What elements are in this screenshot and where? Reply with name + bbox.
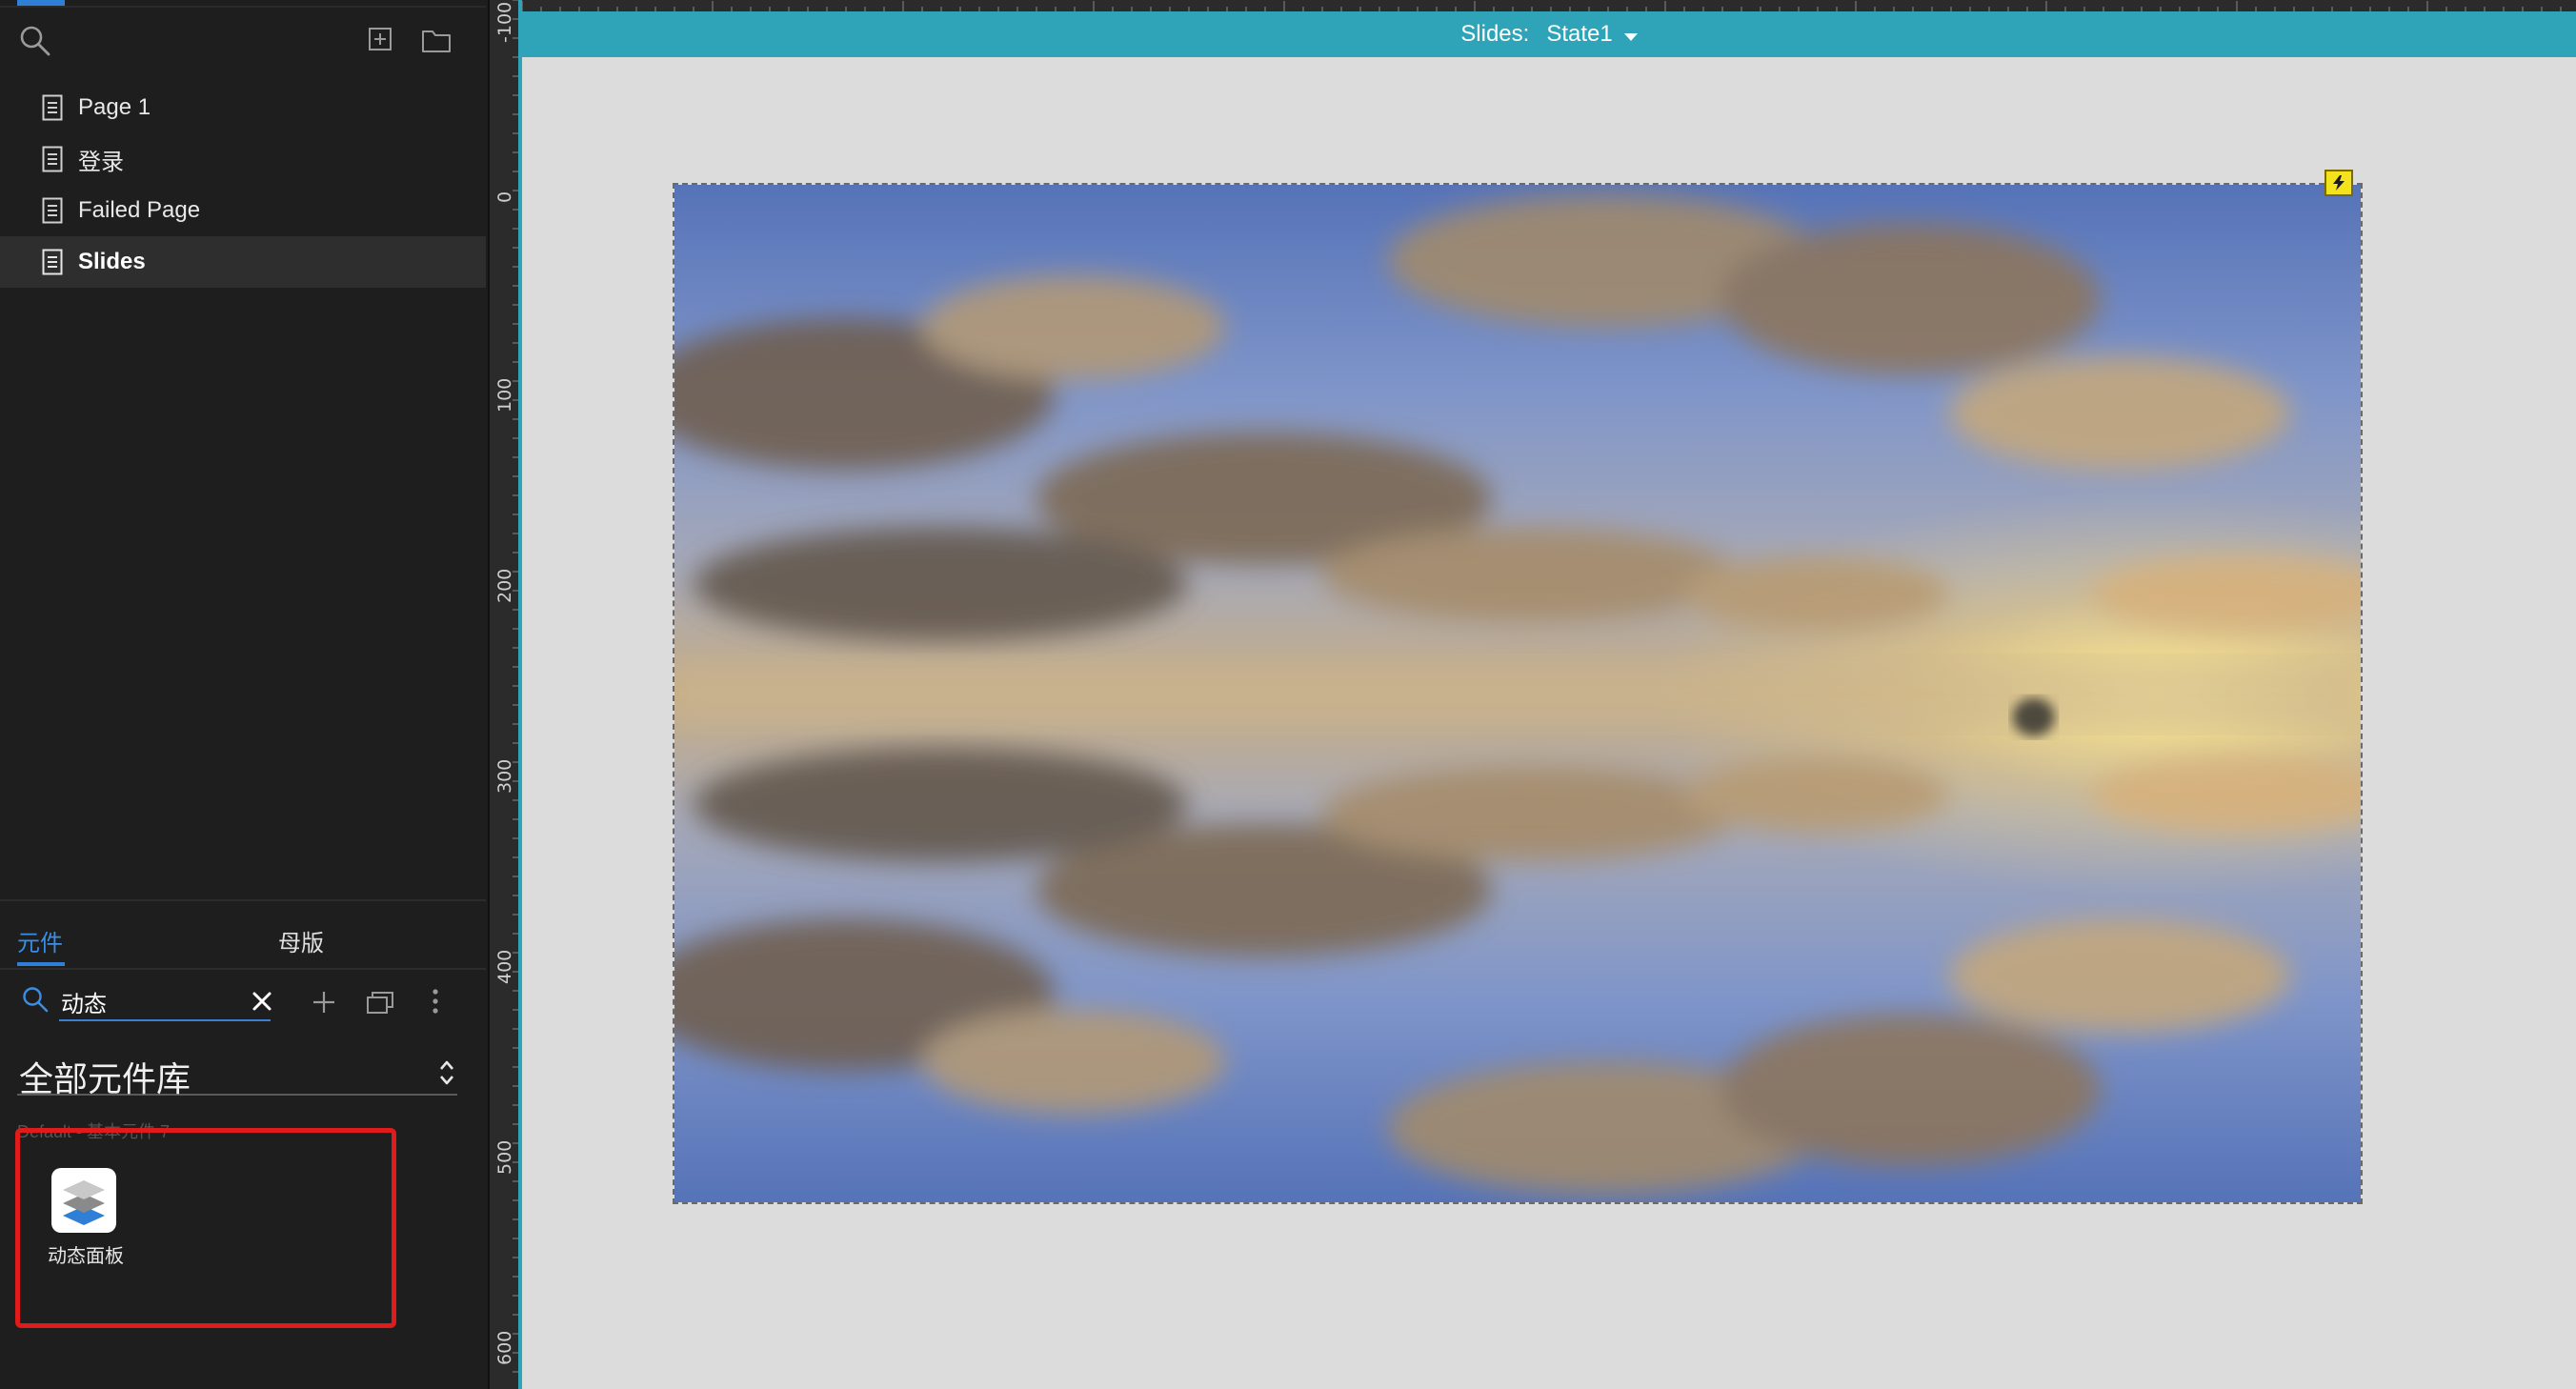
tab-masters[interactable]: 母版 — [278, 924, 324, 957]
sidebar-top-divider — [0, 6, 486, 8]
dynamic-panel-icon — [51, 1168, 116, 1233]
ruler-label: 600 — [494, 1330, 515, 1365]
ruler-label: 0 — [494, 191, 515, 204]
add-library-icon[interactable] — [311, 989, 337, 1016]
duplicate-icon[interactable] — [366, 989, 396, 1016]
state-name: State1 — [1546, 21, 1613, 47]
page-item-slides[interactable]: Slides — [0, 236, 486, 288]
more-options-icon[interactable] — [429, 987, 442, 1016]
widget-dynamic-panel[interactable]: 动态面板 — [38, 1164, 133, 1269]
design-canvas[interactable] — [522, 57, 2576, 1389]
page-icon — [42, 146, 63, 172]
page-item-login[interactable]: 登录 — [0, 133, 486, 185]
cloud-layer — [674, 193, 2361, 1195]
section-divider — [0, 899, 486, 901]
page-item-failed-page[interactable]: Failed Page — [0, 185, 486, 236]
search-icon — [21, 985, 50, 1014]
ruler-label: 500 — [494, 1139, 515, 1175]
add-page-icon[interactable] — [368, 27, 392, 51]
page-item-label: Failed Page — [78, 197, 201, 223]
page-icon — [42, 94, 63, 121]
state-dropdown[interactable]: State1 — [1546, 21, 1638, 48]
ruler-label: 400 — [494, 949, 515, 984]
vertical-ruler: -100 0 100 200 300 400 500 600 — [488, 0, 522, 1389]
library-select-value: 全部元件库 — [19, 1059, 191, 1098]
left-sidebar: Page 1 登录 Failed Page Slides 元件 母版 动态 全部… — [0, 0, 486, 1389]
horizontal-ruler — [521, 0, 2576, 12]
widget-label: 动态面板 — [48, 1246, 124, 1267]
library-search-input[interactable] — [59, 983, 271, 1021]
ruler-label: -100 — [494, 1, 515, 43]
caret-down-icon — [1623, 33, 1638, 41]
page-item-page-1[interactable]: Page 1 — [0, 82, 486, 133]
page-list: Page 1 登录 Failed Page Slides — [0, 82, 486, 288]
page-icon — [42, 197, 63, 224]
page-item-label: 登录 — [78, 149, 124, 175]
library-tabs: 元件 母版 — [0, 903, 486, 970]
dynamic-panel-widget[interactable] — [673, 183, 2363, 1204]
state-bar-prefix: Slides: — [1460, 21, 1530, 47]
lightning-icon[interactable] — [2324, 170, 2353, 196]
active-tab-indicator — [17, 962, 65, 966]
ruler-label: 200 — [494, 568, 515, 603]
page-item-label: Slides — [78, 249, 146, 274]
page-item-label: Page 1 — [78, 94, 151, 120]
ruler-label: 300 — [494, 758, 515, 794]
library-search-row — [0, 972, 486, 1048]
ruler-label: 100 — [494, 377, 515, 413]
page-icon — [42, 249, 63, 275]
clear-search-icon[interactable] — [250, 989, 274, 1014]
library-select[interactable]: 全部元件库 — [17, 1048, 457, 1098]
add-folder-icon[interactable] — [421, 27, 452, 53]
tab-widgets[interactable]: 元件 — [17, 924, 63, 957]
state-bar: Slides: State1 — [522, 11, 2576, 57]
search-icon[interactable] — [19, 25, 51, 57]
library-group-label: Default - 基本元件 7 — [17, 1122, 171, 1141]
chevron-up-down-icon — [436, 1057, 457, 1088]
